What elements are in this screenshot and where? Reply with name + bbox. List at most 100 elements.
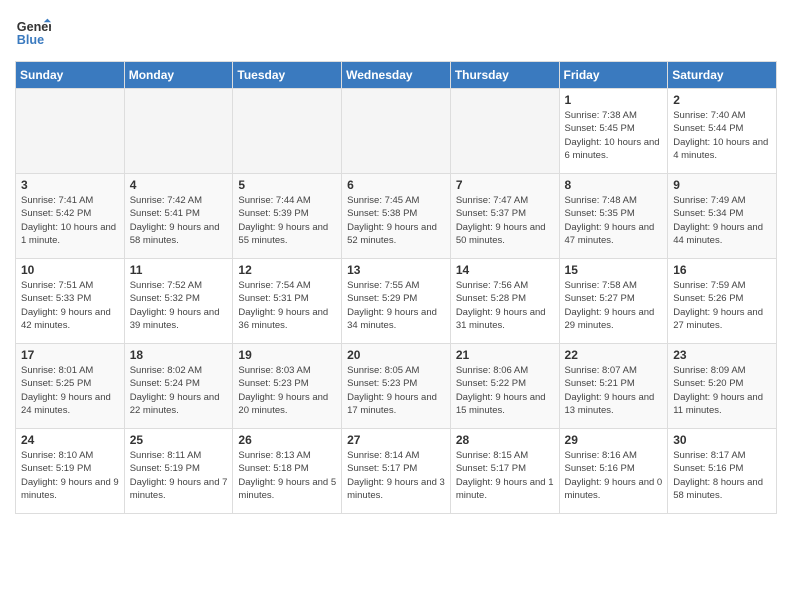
calendar-cell: 3 Sunrise: 7:41 AM Sunset: 5:42 PM Daylig… — [16, 174, 125, 259]
calendar-cell: 1 Sunrise: 7:38 AM Sunset: 5:45 PM Daylig… — [559, 89, 668, 174]
day-number: 27 — [347, 433, 445, 447]
day-info: Sunrise: 7:55 AM Sunset: 5:29 PM Dayligh… — [347, 279, 445, 332]
calendar-cell: 11 Sunrise: 7:52 AM Sunset: 5:32 PM Dayli… — [124, 259, 233, 344]
col-header-saturday: Saturday — [668, 62, 777, 89]
day-number: 4 — [130, 178, 228, 192]
calendar-cell: 24 Sunrise: 8:10 AM Sunset: 5:19 PM Dayli… — [16, 429, 125, 514]
day-number: 28 — [456, 433, 554, 447]
day-info: Sunrise: 7:47 AM Sunset: 5:37 PM Dayligh… — [456, 194, 554, 247]
day-info: Sunrise: 7:42 AM Sunset: 5:41 PM Dayligh… — [130, 194, 228, 247]
day-info: Sunrise: 8:10 AM Sunset: 5:19 PM Dayligh… — [21, 449, 119, 502]
day-info: Sunrise: 7:44 AM Sunset: 5:39 PM Dayligh… — [238, 194, 336, 247]
calendar-cell — [16, 89, 125, 174]
svg-text:Blue: Blue — [17, 33, 44, 47]
day-info: Sunrise: 7:52 AM Sunset: 5:32 PM Dayligh… — [130, 279, 228, 332]
calendar-table: SundayMondayTuesdayWednesdayThursdayFrid… — [15, 61, 777, 514]
day-info: Sunrise: 8:01 AM Sunset: 5:25 PM Dayligh… — [21, 364, 119, 417]
day-info: Sunrise: 8:03 AM Sunset: 5:23 PM Dayligh… — [238, 364, 336, 417]
day-number: 17 — [21, 348, 119, 362]
header: General Blue — [15, 15, 777, 51]
calendar-cell: 14Sunrise: 7:56 AM Sunset: 5:28 PM Dayli… — [450, 259, 559, 344]
col-header-wednesday: Wednesday — [342, 62, 451, 89]
calendar-cell: 21Sunrise: 8:06 AM Sunset: 5:22 PM Dayli… — [450, 344, 559, 429]
day-info: Sunrise: 7:38 AM Sunset: 5:45 PM Dayligh… — [565, 109, 663, 162]
day-number: 18 — [130, 348, 228, 362]
calendar-cell: 17 Sunrise: 8:01 AM Sunset: 5:25 PM Dayli… — [16, 344, 125, 429]
day-number: 1 — [565, 93, 663, 107]
day-number: 14 — [456, 263, 554, 277]
day-number: 22 — [565, 348, 663, 362]
day-number: 10 — [21, 263, 119, 277]
calendar-cell: 7 Sunrise: 7:47 AM Sunset: 5:37 PM Daylig… — [450, 174, 559, 259]
day-info: Sunrise: 7:45 AM Sunset: 5:38 PM Dayligh… — [347, 194, 445, 247]
day-info: Sunrise: 7:41 AM Sunset: 5:42 PM Dayligh… — [21, 194, 119, 247]
calendar-cell: 22 Sunrise: 8:07 AM Sunset: 5:21 PM Dayli… — [559, 344, 668, 429]
day-number: 7 — [456, 178, 554, 192]
calendar-cell: 23 Sunrise: 8:09 AM Sunset: 5:20 PM Dayli… — [668, 344, 777, 429]
calendar-cell: 9 Sunrise: 7:49 AM Sunset: 5:34 PM Daylig… — [668, 174, 777, 259]
day-number: 5 — [238, 178, 336, 192]
calendar-cell: 5 Sunrise: 7:44 AM Sunset: 5:39 PM Daylig… — [233, 174, 342, 259]
day-number: 12 — [238, 263, 336, 277]
day-number: 11 — [130, 263, 228, 277]
week-row-3: 10 Sunrise: 7:51 AM Sunset: 5:33 PM Dayli… — [16, 259, 777, 344]
day-number: 30 — [673, 433, 771, 447]
calendar-cell: 29 Sunrise: 8:16 AM Sunset: 5:16 PM Dayli… — [559, 429, 668, 514]
calendar-cell: 25 Sunrise: 8:11 AM Sunset: 5:19 PM Dayli… — [124, 429, 233, 514]
calendar-cell — [342, 89, 451, 174]
day-info: Sunrise: 8:13 AM Sunset: 5:18 PM Dayligh… — [238, 449, 336, 502]
day-info: Sunrise: 8:15 AM Sunset: 5:17 PM Dayligh… — [456, 449, 554, 502]
day-number: 9 — [673, 178, 771, 192]
day-info: Sunrise: 7:48 AM Sunset: 5:35 PM Dayligh… — [565, 194, 663, 247]
calendar-cell: 19Sunrise: 8:03 AM Sunset: 5:23 PM Dayli… — [233, 344, 342, 429]
day-number: 20 — [347, 348, 445, 362]
day-info: Sunrise: 8:17 AM Sunset: 5:16 PM Dayligh… — [673, 449, 771, 502]
calendar-cell — [124, 89, 233, 174]
day-info: Sunrise: 8:02 AM Sunset: 5:24 PM Dayligh… — [130, 364, 228, 417]
calendar-cell: 10 Sunrise: 7:51 AM Sunset: 5:33 PM Dayli… — [16, 259, 125, 344]
day-info: Sunrise: 7:49 AM Sunset: 5:34 PM Dayligh… — [673, 194, 771, 247]
calendar-cell — [233, 89, 342, 174]
calendar-cell: 30 Sunrise: 8:17 AM Sunset: 5:16 PM Dayli… — [668, 429, 777, 514]
calendar-cell: 15 Sunrise: 7:58 AM Sunset: 5:27 PM Dayli… — [559, 259, 668, 344]
day-number: 25 — [130, 433, 228, 447]
day-number: 8 — [565, 178, 663, 192]
day-info: Sunrise: 8:11 AM Sunset: 5:19 PM Dayligh… — [130, 449, 228, 502]
calendar-cell: 18 Sunrise: 8:02 AM Sunset: 5:24 PM Dayli… — [124, 344, 233, 429]
day-info: Sunrise: 8:05 AM Sunset: 5:23 PM Dayligh… — [347, 364, 445, 417]
calendar-cell: 28 Sunrise: 8:15 AM Sunset: 5:17 PM Dayli… — [450, 429, 559, 514]
day-info: Sunrise: 8:07 AM Sunset: 5:21 PM Dayligh… — [565, 364, 663, 417]
week-row-1: 1 Sunrise: 7:38 AM Sunset: 5:45 PM Daylig… — [16, 89, 777, 174]
header-row: SundayMondayTuesdayWednesdayThursdayFrid… — [16, 62, 777, 89]
day-number: 6 — [347, 178, 445, 192]
calendar-cell: 2 Sunrise: 7:40 AM Sunset: 5:44 PM Daylig… — [668, 89, 777, 174]
week-row-4: 17 Sunrise: 8:01 AM Sunset: 5:25 PM Dayli… — [16, 344, 777, 429]
day-number: 24 — [21, 433, 119, 447]
day-number: 23 — [673, 348, 771, 362]
col-header-monday: Monday — [124, 62, 233, 89]
day-info: Sunrise: 8:14 AM Sunset: 5:17 PM Dayligh… — [347, 449, 445, 502]
day-number: 21 — [456, 348, 554, 362]
day-number: 16 — [673, 263, 771, 277]
day-number: 15 — [565, 263, 663, 277]
col-header-thursday: Thursday — [450, 62, 559, 89]
day-info: Sunrise: 7:58 AM Sunset: 5:27 PM Dayligh… — [565, 279, 663, 332]
day-info: Sunrise: 7:40 AM Sunset: 5:44 PM Dayligh… — [673, 109, 771, 162]
day-number: 26 — [238, 433, 336, 447]
calendar-cell: 20 Sunrise: 8:05 AM Sunset: 5:23 PM Dayli… — [342, 344, 451, 429]
day-info: Sunrise: 8:09 AM Sunset: 5:20 PM Dayligh… — [673, 364, 771, 417]
day-number: 29 — [565, 433, 663, 447]
col-header-tuesday: Tuesday — [233, 62, 342, 89]
calendar-cell — [450, 89, 559, 174]
calendar-cell: 16Sunrise: 7:59 AM Sunset: 5:26 PM Dayli… — [668, 259, 777, 344]
day-number: 3 — [21, 178, 119, 192]
calendar-cell: 12Sunrise: 7:54 AM Sunset: 5:31 PM Dayli… — [233, 259, 342, 344]
week-row-2: 3 Sunrise: 7:41 AM Sunset: 5:42 PM Daylig… — [16, 174, 777, 259]
col-header-sunday: Sunday — [16, 62, 125, 89]
logo-icon: General Blue — [15, 15, 51, 51]
col-header-friday: Friday — [559, 62, 668, 89]
calendar-cell: 27 Sunrise: 8:14 AM Sunset: 5:17 PM Dayli… — [342, 429, 451, 514]
day-info: Sunrise: 7:51 AM Sunset: 5:33 PM Dayligh… — [21, 279, 119, 332]
day-number: 2 — [673, 93, 771, 107]
day-info: Sunrise: 8:16 AM Sunset: 5:16 PM Dayligh… — [565, 449, 663, 502]
